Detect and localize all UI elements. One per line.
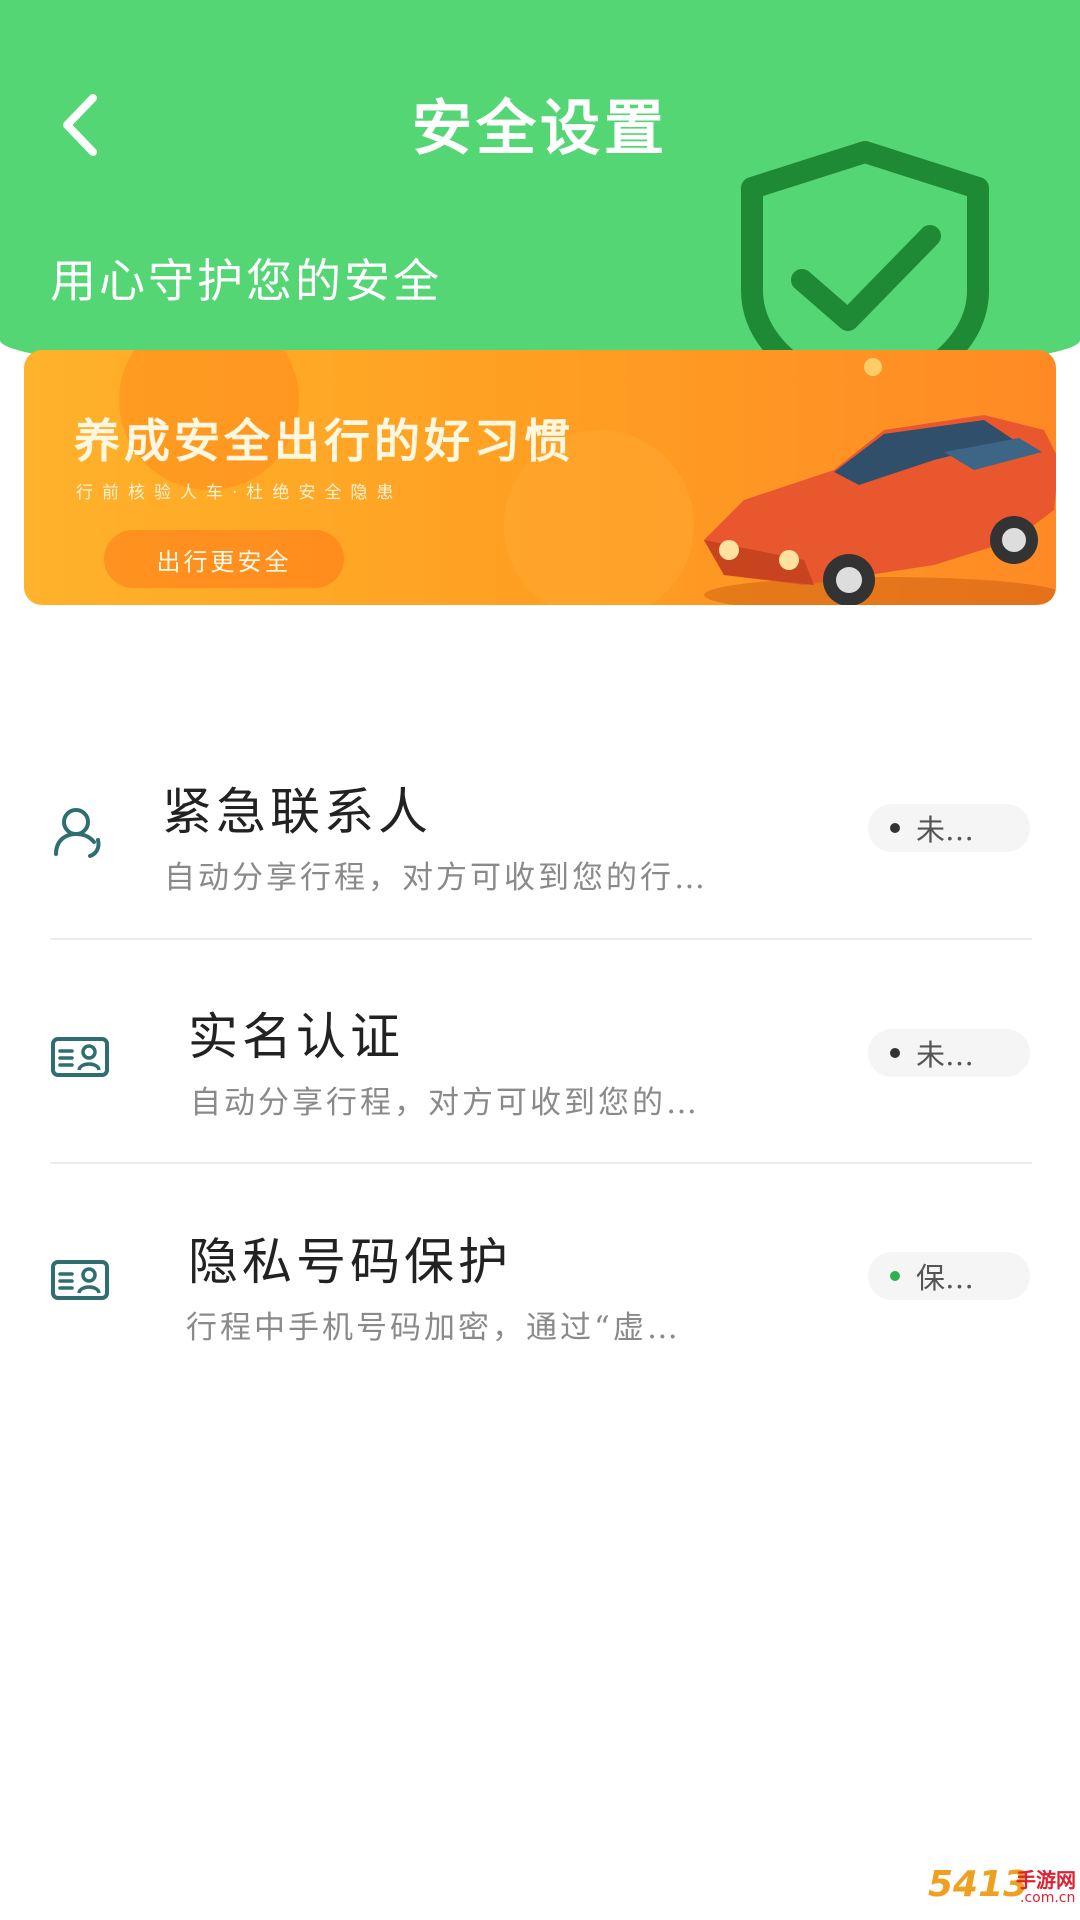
header-subtitle: 用心守护您的安全 [50,254,442,308]
user-contact-icon [54,808,101,858]
banner-button[interactable]: 出行更安全 [104,530,344,588]
watermark-domain: .com.cn [1020,1890,1076,1906]
banner-decoration [864,358,882,376]
privacy-number-item[interactable]: 隐私号码保护 行程中手机号码加密，通过“虚… 保… [50,1208,1030,1428]
status-badge: 未… [868,804,1030,852]
status-text: 未… [916,813,975,847]
status-dot [890,1271,900,1281]
shield-check-icon [741,141,989,380]
divider [50,1162,1032,1164]
real-name-verification-item[interactable]: 实名认证 自动分享行程，对方可收到您的… 未… [50,985,1030,1205]
header: 安全设置 用心守护您的安全 [0,0,1080,380]
item-description: 自动分享行程，对方可收到您的行… [164,860,708,896]
divider [50,938,1032,940]
watermark-text: 手游网 [1016,1868,1076,1892]
emergency-contact-item[interactable]: 紧急联系人 自动分享行程，对方可收到您的行… 未… [50,760,1030,980]
status-text: 未… [916,1038,975,1072]
watermark-number: 5413 [928,1864,1029,1905]
banner-title: 养成安全出行的好习惯 [74,414,574,468]
status-badge: 保… [868,1252,1030,1300]
item-title: 紧急联系人 [162,783,432,841]
item-description: 行程中手机号码加密，通过“虚… [186,1310,681,1346]
status-badge: 未… [868,1029,1030,1077]
status-dot [890,823,900,833]
banner-subtitle: 行前核验人车·杜绝安全隐患 [76,483,403,503]
item-title: 隐私号码保护 [188,1233,512,1291]
item-description: 自动分享行程，对方可收到您的… [190,1085,700,1121]
status-dot [890,1048,900,1058]
id-card-icon [51,1037,109,1077]
watermark-logo: 5413 手游网 .com.cn [928,1862,1076,1916]
id-card-icon [51,1260,109,1300]
item-title: 实名认证 [188,1008,404,1066]
promo-banner[interactable]: 养成安全出行的好习惯 行前核验人车·杜绝安全隐患 出行更安全 [24,350,1056,605]
car-illustration [704,415,1056,605]
status-text: 保… [916,1261,975,1295]
